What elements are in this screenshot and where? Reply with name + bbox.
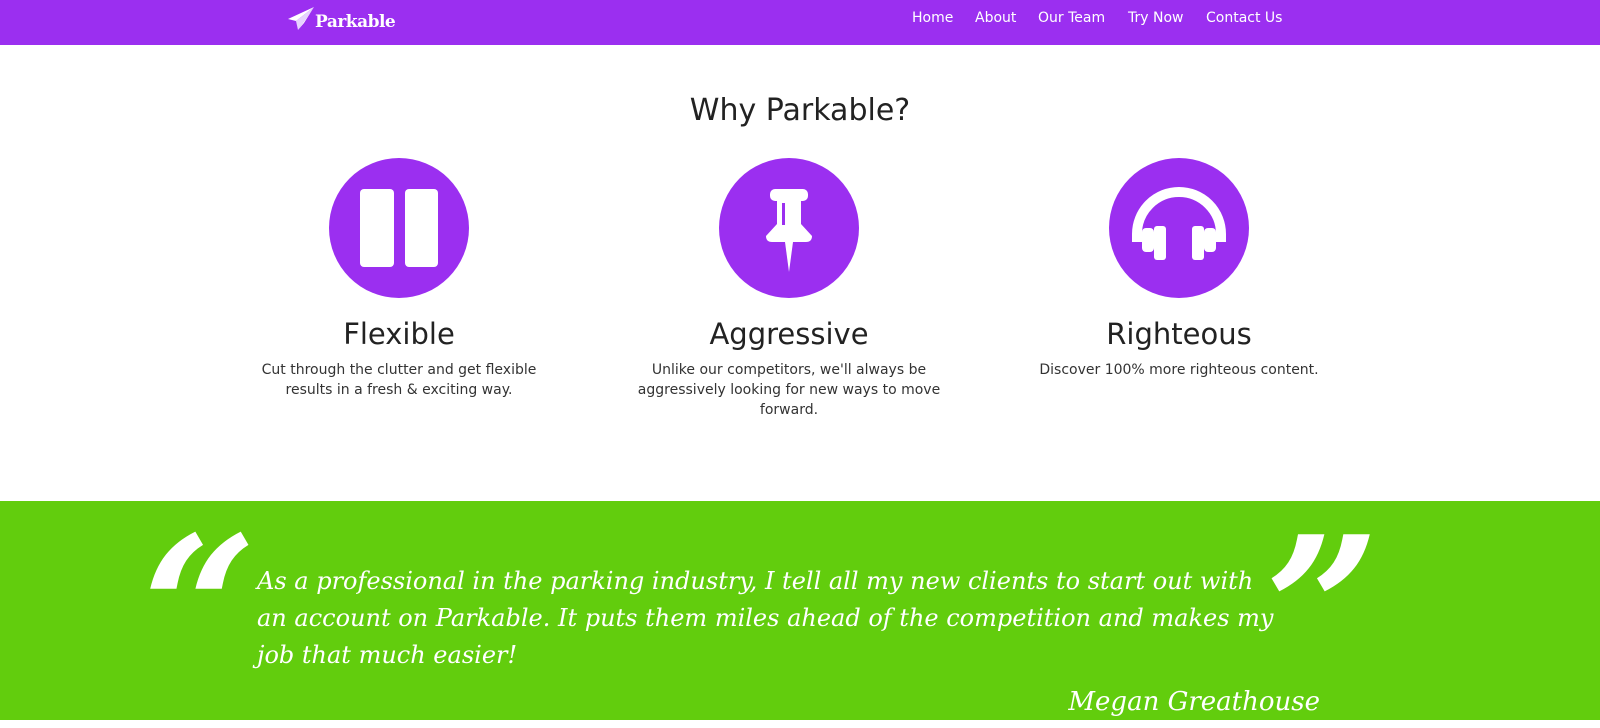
why-parkable-section: Why Parkable? Flexible Cut through the c… <box>0 45 1600 501</box>
feature-icon-circle <box>329 158 469 298</box>
feature-title: Flexible <box>343 317 455 351</box>
feature-description: Discover 100% more righteous content. <box>1039 362 1319 378</box>
nav-contact-us-link[interactable]: Contact Us <box>1206 10 1282 26</box>
open-quote-icon: “ <box>142 493 258 728</box>
feature-description: Cut through the clutter and get flexible… <box>261 362 537 398</box>
feature-icon-circle <box>1109 158 1249 298</box>
testimonial-quote: As a professional in the parking industr… <box>257 567 1274 669</box>
testimonial-author: Megan Greathouse <box>1068 687 1320 717</box>
top-navbar: Parkable Home About Our Team Try Now Con… <box>0 0 1600 45</box>
feature-righteous: Righteous Discover 100% more righteous c… <box>999 158 1359 380</box>
pause-icon <box>360 189 438 267</box>
main-nav: Home About Our Team Try Now Contact Us <box>0 10 1600 32</box>
close-quote-icon: ” <box>1265 493 1381 728</box>
feature-aggressive: Aggressive Unlike our competitors, we'll… <box>609 158 969 420</box>
feature-icon-circle <box>719 158 859 298</box>
nav-about-link[interactable]: About <box>975 10 1016 26</box>
pushpin-icon <box>766 189 812 272</box>
testimonial-section: “ As a professional in the parking indus… <box>0 501 1600 720</box>
headphones-icon <box>1132 187 1226 262</box>
feature-title: Righteous <box>1106 317 1252 351</box>
feature-title: Aggressive <box>709 317 869 351</box>
feature-description: Unlike our competitors, we'll always be … <box>637 362 941 418</box>
nav-our-team-link[interactable]: Our Team <box>1038 10 1105 26</box>
feature-flexible: Flexible Cut through the clutter and get… <box>219 158 579 400</box>
nav-home-link[interactable]: Home <box>912 10 953 26</box>
nav-try-now-link[interactable]: Try Now <box>1128 10 1183 26</box>
section-title: Why Parkable? <box>689 93 911 128</box>
